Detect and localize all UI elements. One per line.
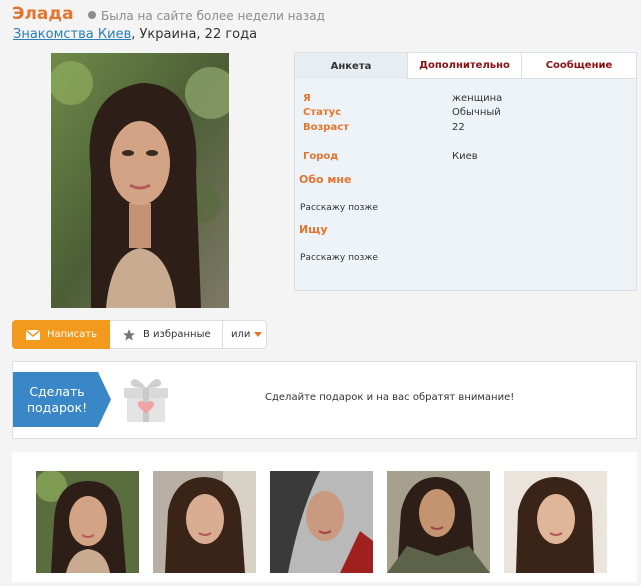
- star-icon: [123, 328, 135, 341]
- more-label: или: [231, 329, 251, 340]
- gallery-thumb-5[interactable]: [504, 471, 607, 573]
- more-actions-dropdown[interactable]: или: [223, 321, 267, 348]
- field-value-age: 22: [452, 122, 465, 133]
- field-value-city: Киев: [452, 151, 478, 162]
- tab-profile[interactable]: Анкета: [295, 53, 408, 79]
- tab-additional[interactable]: Дополнительно: [408, 53, 522, 79]
- profile-info-panel: Анкета Дополнительно Сообщение Я женщина…: [294, 52, 637, 291]
- add-to-favorites-button[interactable]: В избранные: [110, 321, 223, 348]
- field-value-status: Обычный: [452, 107, 501, 118]
- gallery-thumb-3[interactable]: [270, 471, 373, 573]
- location-line: Знакомства Киев, Украина, 22 года: [13, 27, 257, 42]
- field-label-age: Возраст: [303, 122, 349, 133]
- city-dating-link[interactable]: Знакомства Киев: [13, 27, 131, 42]
- gallery-thumb-4[interactable]: [387, 471, 490, 573]
- photo-gallery: [12, 452, 637, 582]
- main-profile-photo[interactable]: [51, 53, 229, 308]
- field-label-city: Город: [303, 151, 339, 162]
- gift-button-line1: Сделать: [29, 383, 85, 399]
- field-label-gender: Я: [303, 93, 311, 104]
- location-details: , Украина, 22 года: [131, 27, 258, 42]
- caret-down-icon: [254, 332, 263, 337]
- online-status: Была на сайте более недели назад: [101, 9, 325, 23]
- seeking-heading: Ищу: [299, 223, 328, 236]
- gift-promo-block: Сделать подарок! Сделайте подарок и на ва…: [12, 361, 637, 439]
- gift-button-line2: подарок!: [26, 399, 88, 415]
- field-value-gender: женщина: [452, 93, 503, 104]
- about-text: Расскажу позже: [300, 203, 378, 213]
- envelope-icon: [26, 329, 40, 340]
- gift-promo-text: Сделайте подарок и на вас обратят вниман…: [265, 392, 515, 403]
- field-label-status: Статус: [303, 107, 342, 118]
- gift-box-icon: [124, 379, 168, 422]
- profile-action-bar: Написать В избранные или: [12, 320, 267, 349]
- gallery-thumb-2[interactable]: [153, 471, 256, 573]
- write-message-button[interactable]: Написать: [12, 320, 110, 349]
- seeking-text: Расскажу позже: [300, 253, 378, 263]
- status-dot-icon: [88, 11, 96, 19]
- about-heading: Обо мне: [299, 173, 352, 186]
- gift-button-text: Сделать подарок!: [13, 372, 101, 427]
- tab-message[interactable]: Сообщение: [522, 53, 636, 79]
- profile-tabs: Анкета Дополнительно Сообщение: [295, 53, 636, 79]
- gallery-thumb-1[interactable]: [36, 471, 139, 573]
- profile-name: Элада: [12, 4, 74, 24]
- write-label: Написать: [47, 329, 98, 340]
- favorites-label: В избранные: [143, 329, 211, 340]
